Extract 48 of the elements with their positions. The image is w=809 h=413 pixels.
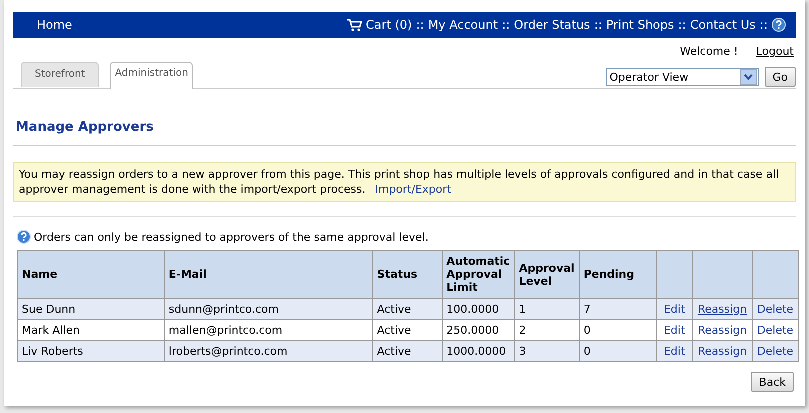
table-cell: 2	[514, 320, 580, 340]
table-cell: Active	[372, 320, 442, 340]
table-cell: Active	[372, 298, 442, 320]
table-cell: 1	[514, 298, 580, 320]
column-header: Status	[372, 250, 442, 298]
table-cell: 7	[579, 298, 657, 320]
table-cell: Active	[372, 340, 442, 362]
table-cell: 0	[579, 320, 657, 340]
table-cell: Liv Roberts	[18, 340, 164, 362]
column-header: Pending	[579, 250, 657, 298]
table-cell: mallen@printco.com	[164, 320, 373, 340]
table-cell: 1000.0000	[442, 340, 515, 362]
tab[interactable]: Administration	[110, 62, 194, 89]
column-header: E-Mail	[164, 250, 373, 298]
table-cell: 100.0000	[442, 298, 515, 320]
column-header: Automatic Approval Limit	[442, 250, 515, 298]
page-title: Manage Approvers	[13, 89, 796, 146]
help-icon[interactable]	[772, 18, 786, 32]
table-cell: 3	[514, 340, 580, 362]
notice-message: You may reassign orders to a new approver from this page. This print shop has multiple levels of approvals configured and in that case all approver management is done with the import/export process. Import/Export	[13, 162, 796, 202]
separator: ::	[678, 18, 686, 32]
nav-link[interactable]: Print Shops	[606, 18, 674, 32]
table-cell: 0	[579, 340, 657, 362]
go-button[interactable]: Go	[764, 67, 796, 87]
info-text: Orders can only be reassigned to approvers of the same approval level.	[34, 230, 429, 244]
nav-link[interactable]: Order Status	[514, 18, 590, 32]
column-header: Approval Level	[514, 250, 580, 298]
tab[interactable]: Storefront	[21, 62, 100, 87]
nav-link[interactable]: Contact Us	[690, 18, 756, 32]
table-cell: Sue Dunn	[18, 298, 164, 320]
welcome-text: Welcome !	[680, 45, 738, 58]
nav-link[interactable]: My Account	[428, 18, 498, 32]
logout-link[interactable]: Logout	[756, 45, 794, 58]
view-select[interactable]: Operator View	[606, 68, 759, 86]
table-cell: lroberts@printco.com	[164, 340, 373, 362]
separator: ::	[760, 18, 768, 32]
table-cell: Mark Allen	[18, 320, 164, 340]
cart-link[interactable]: Cart (0)	[366, 18, 412, 32]
back-button[interactable]: Back	[751, 372, 794, 392]
separator: ::	[416, 18, 424, 32]
cart-icon[interactable]	[347, 18, 362, 32]
import-export-link[interactable]: Import/Export	[375, 183, 452, 196]
separator: ::	[502, 18, 510, 32]
table-cell: 250.0000	[442, 320, 515, 340]
separator: ::	[594, 18, 602, 32]
home-link[interactable]: Home	[37, 18, 72, 32]
column-header: Name	[18, 250, 164, 298]
table-cell: sdunn@printco.com	[164, 298, 373, 320]
